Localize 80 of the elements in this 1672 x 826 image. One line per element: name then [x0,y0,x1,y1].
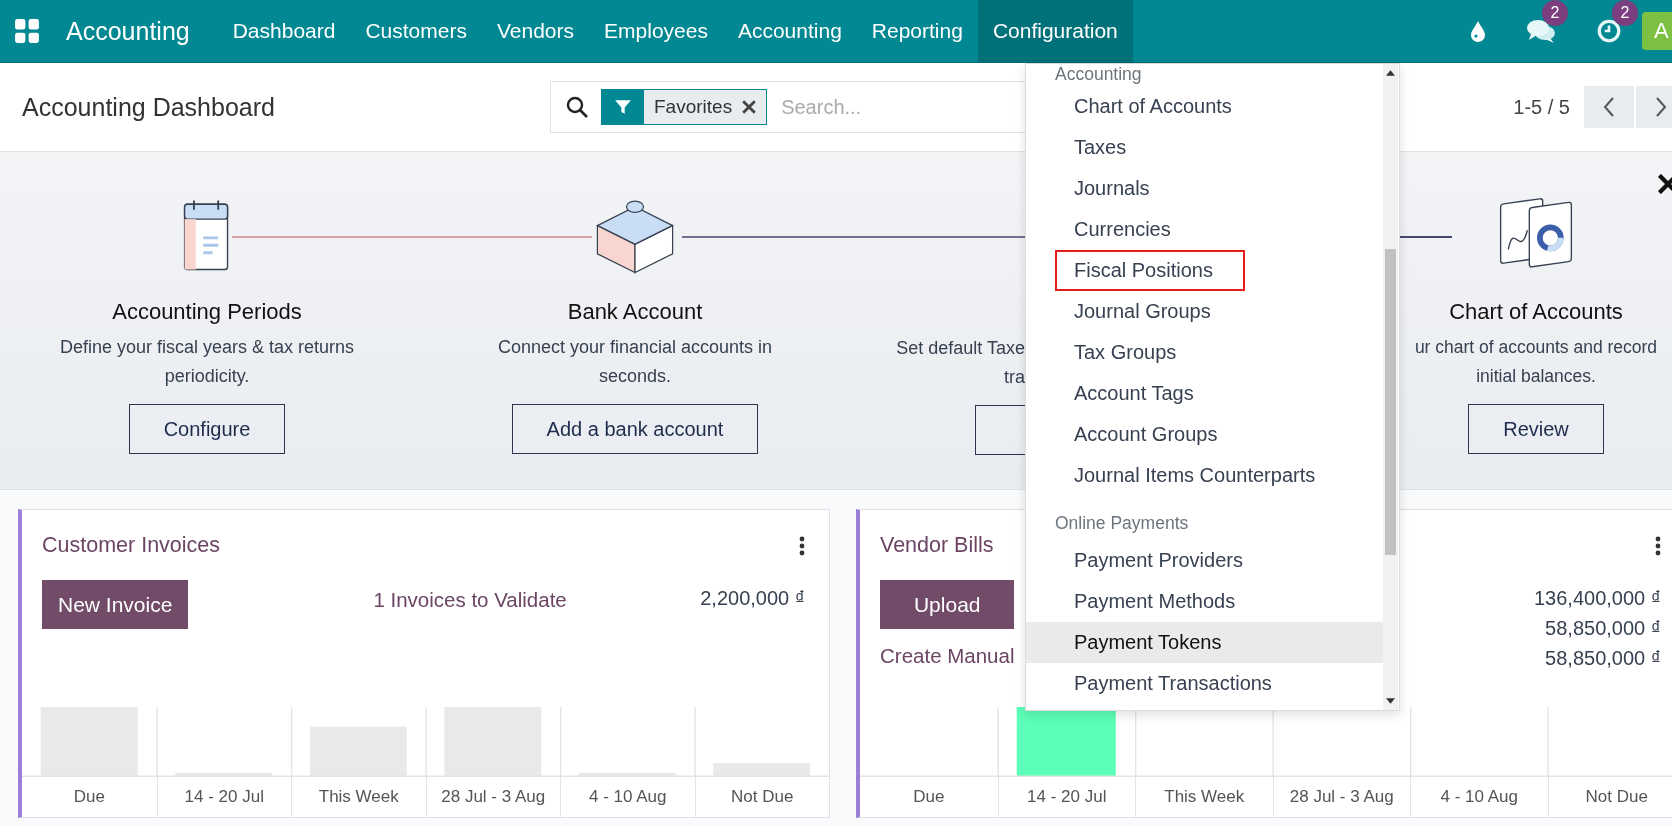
dropdown-item[interactable]: Payment Transactions [1026,663,1384,704]
scroll-up-icon[interactable] [1386,70,1395,76]
graph-label: Not Due [1585,787,1648,807]
step-button[interactable]: Configure [128,404,286,454]
step-description: Connect your financial accounts in seconds. [496,336,774,388]
menu-item[interactable]: Customers [350,0,482,62]
menu-item[interactable]: Configuration [977,0,1133,62]
page-title: Accounting Dashboard [21,92,276,122]
card-title[interactable]: Vendor Bills [880,533,994,559]
step-button[interactable]: Add a bank account [511,404,759,454]
primary-button[interactable]: Upload [880,580,1015,630]
graph-label: Not Due [731,787,794,807]
section-header: Online Payments [1055,513,1189,533]
dropdown-item[interactable]: Journals [1026,168,1384,209]
dropdown-item[interactable]: Journal Groups [1026,291,1384,332]
primary-button[interactable]: New Invoice [42,580,189,630]
dropdown-item[interactable]: Payment Tokens [1026,622,1384,663]
close-icon[interactable] [742,100,757,114]
graph-label: Due [913,787,945,807]
kebab-menu-icon[interactable] [799,535,805,556]
clock-icon[interactable] [1596,18,1622,44]
graph-label: 14 - 20 Jul [1027,787,1107,807]
kebab-menu-icon[interactable] [1655,535,1661,556]
facet-label: Favorites [653,96,734,118]
pager-value: 1-5 / 5 [1513,95,1570,119]
drop-icon[interactable] [1470,20,1486,42]
chat-icon[interactable] [1526,18,1556,44]
dropdown-item[interactable]: Payment Methods [1026,581,1384,622]
graph-label: 4 - 10 Aug [1440,787,1518,807]
scrollbar[interactable] [1383,64,1398,710]
scroll-down-icon[interactable] [1386,698,1395,704]
chevron-right-icon [1655,97,1667,117]
connector-line [1400,236,1452,238]
dropdown-item[interactable]: Payment Providers [1026,540,1384,581]
menu-item[interactable]: Reporting [856,0,978,62]
graph-label: 4 - 10 Aug [589,787,667,807]
step-description: ur chart of accounts and record initial balances. [1413,336,1659,388]
dropdown-item[interactable]: Account Groups [1026,414,1384,455]
step-title: Chart of Accounts [1449,299,1623,325]
chevron-left-icon [1603,97,1615,117]
menu-item[interactable]: Employees [589,0,723,62]
apps-menu-icon[interactable] [14,18,40,44]
step-title: Accounting Periods [112,299,302,325]
graph-label: This Week [318,787,399,807]
dropdown-item[interactable]: Fiscal Positions [1026,250,1384,291]
filter-icon [614,98,632,116]
section-header: Accounting [1055,64,1142,84]
step-title: Bank Account [567,299,703,325]
amount: 58,850,000 ₫ [1545,647,1661,671]
step-description: Set default Taxe tra [895,337,1025,389]
link[interactable]: 1 Invoices to Validate [373,588,567,613]
graph-label: 28 Jul - 3 Aug [441,787,546,807]
close-icon[interactable] [1658,174,1672,194]
dropdown-item[interactable]: Journal Items Counterparts [1026,455,1384,496]
dropdown-item[interactable]: Currencies [1026,209,1384,250]
amount: 2,200,000 ₫ [700,587,805,611]
dropdown-item[interactable]: Taxes [1026,127,1384,168]
menu-item[interactable]: Dashboard [217,0,351,62]
step-button[interactable]: Review [1468,404,1604,454]
menu-item[interactable]: Accounting [722,0,857,62]
notification-badge: 2 [1612,0,1638,26]
link[interactable]: Create Manual [880,644,1015,669]
dropdown-item[interactable]: Chart of Accounts [1026,86,1384,127]
step-description: Define your fiscal years & tax returns periodicity. [58,336,356,388]
previous-button[interactable] [1584,86,1634,128]
dropdown-item[interactable]: Account Tags [1026,373,1384,414]
menu-item[interactable]: Vendors [481,0,590,62]
graph-label: Due [73,787,105,807]
graph-label: 14 - 20 Jul [184,787,264,807]
dropdown-item[interactable]: Tax Groups [1026,332,1384,373]
scrollbar-thumb[interactable] [1385,249,1396,555]
next-button[interactable] [1636,86,1672,128]
app-name[interactable]: Accounting [56,16,200,46]
amount: 136,400,000 ₫ [1533,587,1661,611]
graph-label: 28 Jul - 3 Aug [1289,787,1394,807]
notification-badge: 2 [1542,0,1568,26]
graph-label: This Week [1164,787,1245,807]
amount: 58,850,000 ₫ [1545,617,1661,641]
card-title[interactable]: Customer Invoices [42,533,221,559]
search-icon [565,95,589,119]
